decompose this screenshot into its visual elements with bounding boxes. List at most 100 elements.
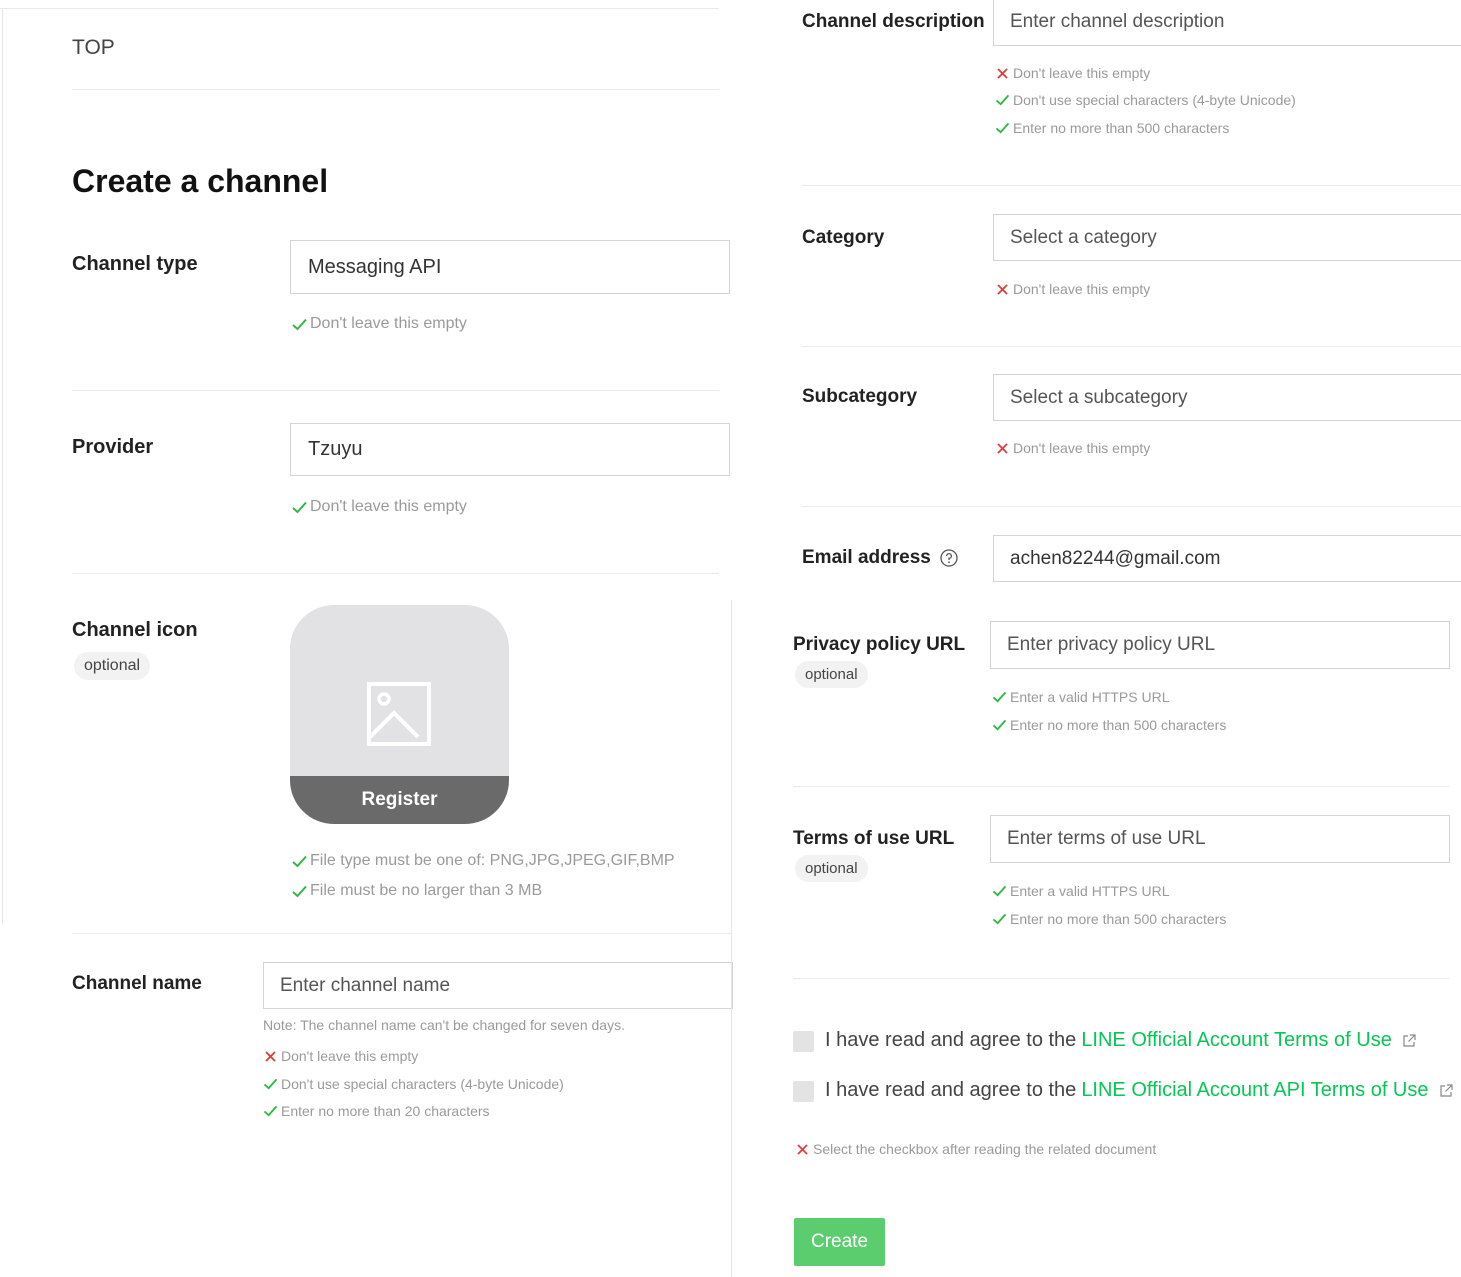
category-select[interactable]: Select a category bbox=[993, 214, 1461, 261]
subcategory-rule: Don't leave this empty bbox=[995, 440, 1150, 456]
category-rule: Don't leave this empty bbox=[995, 281, 1150, 297]
agree-prefix: I have read and agree to the bbox=[825, 1079, 1077, 1101]
email-label-text: Email address bbox=[802, 547, 931, 568]
rule-text: File must be no larger than 3 MB bbox=[310, 882, 543, 899]
channel-description-rule: Don't use special characters (4-byte Uni… bbox=[995, 92, 1296, 108]
rule-text: Don't leave this empty bbox=[1013, 440, 1151, 456]
optional-badge: optional bbox=[795, 661, 868, 688]
divider bbox=[72, 573, 719, 574]
terms-of-use-label: Terms of use URL bbox=[793, 828, 955, 849]
right-panel: Channel description Enter channel descri… bbox=[732, 0, 1461, 1277]
privacy-policy-input[interactable]: Enter privacy policy URL bbox=[990, 621, 1450, 669]
rule-text: Enter a valid HTTPS URL bbox=[1010, 689, 1170, 705]
category-placeholder: Select a category bbox=[1010, 226, 1157, 248]
check-icon bbox=[992, 884, 1007, 899]
privacy-policy-label: Privacy policy URL bbox=[793, 634, 966, 655]
register-button[interactable]: Register bbox=[290, 776, 509, 824]
check-icon bbox=[292, 317, 307, 332]
check-icon bbox=[292, 854, 307, 869]
rule-text: Don't leave this empty bbox=[1013, 65, 1151, 81]
check-icon bbox=[292, 500, 307, 515]
channel-description-input[interactable]: Enter channel description bbox=[993, 0, 1461, 46]
divider bbox=[802, 185, 1461, 186]
channel-type-value: Messaging API bbox=[308, 255, 442, 278]
rule-text: Don't leave this empty bbox=[310, 498, 467, 515]
rule-text: File type must be one of: PNG,JPG,JPEG,G… bbox=[310, 852, 675, 869]
check-icon bbox=[992, 690, 1007, 705]
terms-of-use-link[interactable]: LINE Official Account Terms of Use bbox=[1081, 1029, 1392, 1052]
subcategory-select[interactable]: Select a subcategory bbox=[993, 374, 1461, 421]
rule-text: Enter no more than 500 characters bbox=[1010, 911, 1227, 927]
subcategory-placeholder: Select a subcategory bbox=[1010, 386, 1188, 408]
channel-icon-rule: File type must be one of: PNG,JPG,JPEG,G… bbox=[292, 852, 675, 870]
rule-text: Don't use special characters (4-byte Uni… bbox=[1013, 92, 1296, 108]
left-panel: TOP Create a channel Channel type Messag… bbox=[0, 0, 733, 1277]
cross-icon bbox=[995, 282, 1010, 297]
channel-name-rule: Don't leave this empty bbox=[263, 1048, 418, 1064]
divider bbox=[72, 933, 731, 934]
channel-description-placeholder: Enter channel description bbox=[1010, 11, 1225, 32]
check-icon bbox=[995, 121, 1010, 136]
channel-description-rule: Enter no more than 500 characters bbox=[995, 120, 1229, 136]
terms-agree-checkbox[interactable] bbox=[793, 1031, 814, 1052]
channel-description-rule: Don't leave this empty bbox=[995, 65, 1150, 81]
page-title: Create a channel bbox=[72, 163, 329, 199]
rule-text: Enter a valid HTTPS URL bbox=[1010, 883, 1170, 899]
rule-text: Select the checkbox after reading the re… bbox=[813, 1141, 1157, 1157]
channel-name-label: Channel name bbox=[72, 973, 202, 994]
cross-icon bbox=[795, 1142, 810, 1157]
external-link-icon[interactable] bbox=[1402, 1033, 1416, 1048]
channel-name-input[interactable]: Enter channel name bbox=[263, 962, 733, 1009]
channel-type-field[interactable]: Messaging API bbox=[290, 240, 730, 294]
rule-text: Enter no more than 500 characters bbox=[1010, 717, 1227, 733]
divider bbox=[793, 786, 1449, 787]
rule-text: Don't use special characters (4-byte Uni… bbox=[281, 1076, 564, 1092]
category-label: Category bbox=[802, 227, 885, 248]
create-button[interactable]: Create bbox=[794, 1218, 885, 1266]
agreement-error: Select the checkbox after reading the re… bbox=[795, 1141, 1156, 1157]
check-icon bbox=[992, 718, 1007, 733]
divider bbox=[802, 346, 1461, 347]
check-icon bbox=[995, 93, 1010, 108]
image-placeholder-icon bbox=[366, 681, 432, 752]
email-input[interactable]: achen82244@gmail.com bbox=[993, 535, 1461, 582]
api-terms-agree-text: I have read and agree to the LINE Offici… bbox=[825, 1079, 1453, 1102]
provider-field[interactable]: Tzuyu bbox=[290, 423, 730, 476]
external-link-icon[interactable] bbox=[1439, 1083, 1453, 1098]
subcategory-label: Subcategory bbox=[802, 386, 918, 407]
divider bbox=[793, 978, 1449, 979]
privacy-policy-rule: Enter a valid HTTPS URL bbox=[992, 689, 1170, 705]
privacy-policy-placeholder: Enter privacy policy URL bbox=[1007, 634, 1216, 655]
help-icon[interactable] bbox=[940, 549, 958, 567]
terms-of-use-rule: Enter no more than 500 characters bbox=[992, 911, 1226, 927]
divider bbox=[72, 89, 719, 90]
channel-name-note: Note: The channel name can't be changed … bbox=[263, 1017, 625, 1033]
provider-value: Tzuyu bbox=[308, 438, 363, 460]
breadcrumb[interactable]: TOP bbox=[72, 36, 115, 60]
cross-icon bbox=[263, 1049, 278, 1064]
provider-rule: Don't leave this empty bbox=[292, 498, 467, 516]
terms-of-use-rule: Enter a valid HTTPS URL bbox=[992, 883, 1170, 899]
privacy-policy-rule: Enter no more than 500 characters bbox=[992, 717, 1226, 733]
api-terms-of-use-link[interactable]: LINE Official Account API Terms of Use bbox=[1081, 1079, 1428, 1102]
terms-of-use-input[interactable]: Enter terms of use URL bbox=[990, 815, 1450, 863]
rule-text: Don't leave this empty bbox=[281, 1048, 419, 1064]
check-icon bbox=[992, 912, 1007, 927]
channel-name-rule: Enter no more than 20 characters bbox=[263, 1103, 490, 1119]
rule-text: Enter no more than 500 characters bbox=[1013, 120, 1230, 136]
channel-type-label: Channel type bbox=[72, 253, 198, 275]
agree-prefix: I have read and agree to the bbox=[825, 1029, 1077, 1051]
channel-icon-rule: File must be no larger than 3 MB bbox=[292, 882, 542, 900]
api-terms-agree-checkbox[interactable] bbox=[793, 1081, 814, 1102]
create-label: Create bbox=[810, 1231, 869, 1252]
check-icon bbox=[292, 884, 307, 899]
rule-text: Don't leave this empty bbox=[310, 315, 467, 332]
channel-icon-uploader[interactable]: Register bbox=[290, 605, 509, 824]
channel-type-rule: Don't leave this empty bbox=[292, 315, 467, 333]
cross-icon bbox=[995, 441, 1010, 456]
channel-description-label: Channel description bbox=[802, 11, 985, 32]
rule-text: Enter no more than 20 characters bbox=[281, 1103, 490, 1119]
divider bbox=[802, 506, 1461, 507]
register-label: Register bbox=[361, 789, 438, 810]
optional-badge: optional bbox=[74, 652, 151, 680]
